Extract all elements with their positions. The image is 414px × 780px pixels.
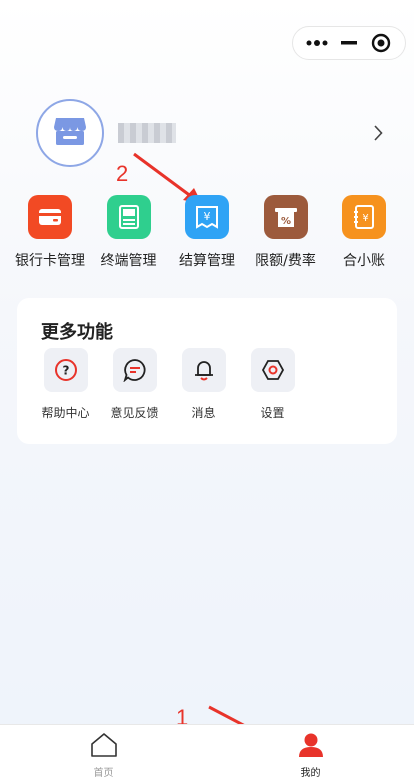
settlement-yen-icon: ¥ — [185, 195, 229, 239]
minimize-icon[interactable] — [334, 28, 364, 58]
bell-icon — [181, 348, 226, 392]
username-text — [118, 123, 176, 143]
chevron-right-icon[interactable] — [368, 120, 388, 146]
quick-ledger[interactable]: ¥ 合小账 — [328, 195, 400, 270]
svg-text:%: % — [280, 216, 290, 227]
quick-bank-card-label: 银行卡管理 — [15, 253, 85, 269]
tab-home[interactable]: 首页 — [0, 725, 207, 780]
quick-bank-card[interactable]: 银行卡管理 — [14, 195, 86, 270]
annotation-step-2: 2 — [116, 161, 129, 186]
avatar[interactable] — [36, 99, 104, 167]
quick-ledger-label: 合小账 — [343, 253, 385, 269]
rate-percent-icon: % — [263, 195, 308, 239]
func-help-center-label: 帮助中心 — [41, 406, 90, 420]
quick-rate[interactable]: % 限额/费率 — [250, 195, 322, 270]
tab-home-label: 首页 — [93, 768, 114, 779]
func-messages-label: 消息 — [191, 406, 216, 420]
tab-mine[interactable]: 我的 — [207, 725, 414, 780]
settings-icon — [250, 348, 295, 392]
func-settings-label: 设置 — [260, 406, 285, 420]
quick-settlement[interactable]: ¥ 结算管理 — [171, 195, 243, 270]
tab-bar: 首页 我的 — [0, 724, 414, 780]
svg-text:?: ? — [62, 364, 69, 378]
help-icon: ? — [43, 348, 88, 392]
home-icon — [90, 732, 118, 762]
quick-rate-label: 限额/费率 — [255, 253, 316, 269]
quick-terminal-label: 终端管理 — [100, 253, 157, 269]
quick-actions: 银行卡管理 终端管理 ¥ 结算管理 % 限额/费率 ¥ 合小账 — [0, 195, 414, 270]
ledger-icon: ¥ — [342, 195, 386, 239]
quick-terminal[interactable]: 终端管理 — [93, 195, 165, 270]
func-settings[interactable]: 设置 — [238, 348, 307, 421]
terminal-icon — [106, 195, 151, 239]
svg-text:¥: ¥ — [204, 210, 211, 223]
func-messages[interactable]: 消息 — [169, 348, 238, 421]
more-functions-list: ? 帮助中心 意见反馈 消息 设置 — [31, 348, 307, 421]
svg-text:¥: ¥ — [362, 213, 368, 224]
tab-mine-label: 我的 — [300, 768, 321, 779]
bank-card-icon — [28, 195, 72, 239]
store-icon — [53, 116, 87, 150]
func-feedback-label: 意见反馈 — [110, 406, 159, 420]
feedback-icon — [112, 348, 157, 392]
quick-settlement-label: 结算管理 — [179, 253, 235, 269]
user-icon — [297, 732, 325, 762]
miniprogram-capsule — [292, 26, 406, 60]
target-close-icon[interactable] — [366, 28, 396, 58]
more-functions-title: 更多功能 — [41, 322, 113, 343]
more-dots-icon[interactable] — [302, 28, 332, 58]
func-feedback[interactable]: 意见反馈 — [100, 348, 169, 421]
more-functions-card: 更多功能 ? 帮助中心 意见反馈 消息 设置 — [17, 298, 397, 444]
profile-row[interactable] — [36, 98, 394, 168]
func-help-center[interactable]: ? 帮助中心 — [31, 348, 100, 421]
